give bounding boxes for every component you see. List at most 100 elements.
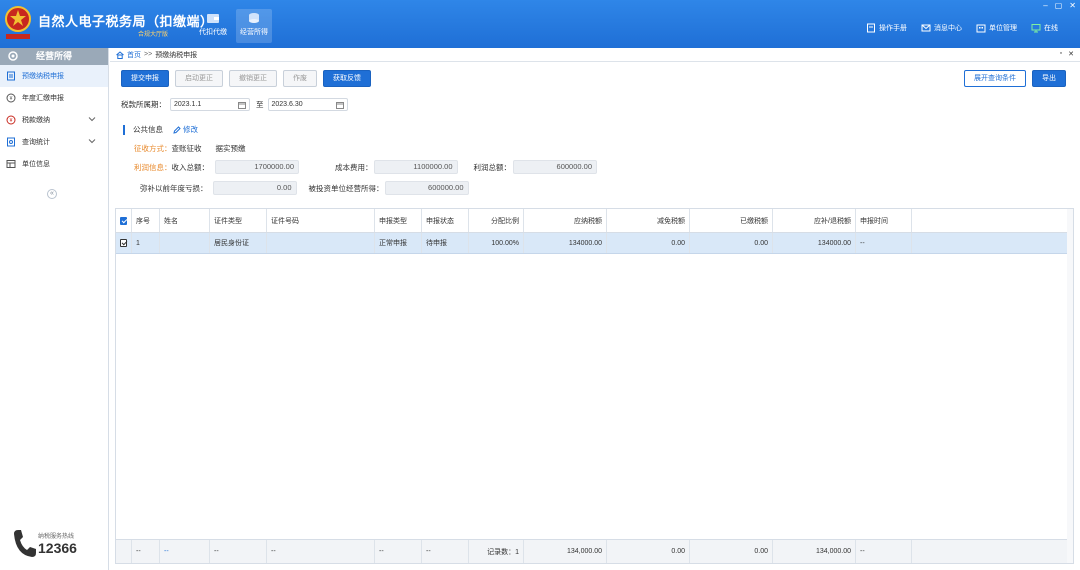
sidebar-title: 经营所得 [35,51,72,61]
unit-management-label: 单位管理 [989,25,1017,32]
invest-field: 600000.00 [384,181,469,195]
sidebar-item-annual-declare[interactable]: ¥ 年度汇缴申报 [0,87,108,109]
calendar-icon [238,102,246,109]
row-id-number [267,233,375,253]
period-from-input[interactable]: 2023.1.1 [170,98,250,111]
breadcrumb-separator: >> [144,51,153,58]
row-tax-due: 134000.00 [773,233,856,253]
nav-withholding-label: 代扣代缴 [199,29,227,36]
method-detail: 据实预缴 [215,144,246,153]
footer-cell: -- [267,540,375,563]
footer-total-payable: 134,000.00 [524,540,607,563]
close-tab-icon[interactable]: ✕ [1068,50,1074,58]
online-status-label: 在线 [1044,25,1058,32]
table-row[interactable]: 1 居民身份证 正常申报 待申报 100.00% 134000.00 0.00 … [116,233,1073,254]
row-id-type: 居民身份证 [210,233,267,253]
row-declare-type: 正常申报 [375,233,422,253]
table-scrollbar[interactable] [1067,209,1073,563]
org-icon [6,160,16,168]
pay-icon: ¥ [6,115,16,125]
minimize-icon[interactable]: – [1043,1,1047,10]
public-info-header: 公共信息 修改 [123,124,198,135]
select-all-cell[interactable] [116,209,132,232]
manual-link[interactable]: 操作手册 [866,23,907,33]
message-icon [921,24,931,32]
building-icon [976,24,986,33]
footer-cell: -- [856,540,912,563]
period-to-input[interactable]: 2023.6.30 [267,98,348,111]
toolbar: 提交申报 启动更正 撤销更正 作废 获取反馈 [121,70,371,87]
table-footer: -- -- -- -- -- -- 记录数：1 134,000.00 0.00 … [116,539,1073,563]
restore-tab-icon[interactable]: ▫ [1060,50,1062,58]
sidebar-item-tax-payment[interactable]: ¥ 税款缴纳 [0,109,108,131]
sidebar: 经营所得 预缴纳税申报 ¥ 年度汇缴申报 ¥ 税款缴纳 查询统计 单位信息 « … [0,48,109,570]
sidebar-collapse-button[interactable]: « [47,189,57,199]
wallet-icon [207,14,219,23]
get-feedback-button[interactable]: 获取反馈 [323,70,371,87]
footer-cell: -- [132,540,160,563]
row-tax-paid: 0.00 [690,233,773,253]
cancel-correction-button[interactable]: 撤销更正 [229,70,277,87]
nav-business-income-label: 经营所得 [240,29,268,36]
footer-total-relief: 0.00 [607,540,690,563]
export-button[interactable]: 导出 [1032,70,1066,87]
row-ratio: 100.00% [469,233,524,253]
submit-declaration-button[interactable]: 提交申报 [121,70,169,87]
start-correction-button[interactable]: 启动更正 [175,70,223,87]
message-center-label: 消息中心 [934,25,962,32]
loss-label: 弥补以前年度亏损： [140,183,208,193]
void-button[interactable]: 作废 [283,70,317,87]
breadcrumb: 首页 >> 预缴纳税申报 ▫ ✕ [110,48,1080,62]
select-all-checkbox[interactable] [120,216,127,225]
col-header: 姓名 [160,209,210,232]
nav-withholding[interactable]: 代扣代缴 [195,9,231,43]
income-label: 收入总额： [171,162,210,172]
edit-label: 修改 [183,125,198,134]
manual-icon [867,23,875,33]
sidebar-item-unit-info[interactable]: 单位信息 [0,153,108,175]
profit-total-label: 利润总额： [473,162,512,172]
nav-business-income[interactable]: 经营所得 [236,9,272,43]
public-info-title: 公共信息 [133,125,163,134]
online-status-link[interactable]: 在线 [1031,23,1058,33]
sidebar-item-query-stats[interactable]: 查询统计 [0,131,108,153]
online-icon [1031,24,1041,33]
profit-total-field: 600000.00 [513,160,597,174]
footer-record-count: 记录数：1 [469,540,524,563]
row-seq: 1 [132,233,160,253]
row-declare-status: 待申报 [422,233,469,253]
row-checkbox[interactable] [120,239,127,247]
footer-cell: -- [375,540,422,563]
income-field: 1700000.00 [215,160,299,174]
footer-cell: -- [422,540,469,563]
unit-management-link[interactable]: 单位管理 [976,23,1017,33]
footer-cell: -- [160,540,210,563]
edit-icon [173,125,181,134]
footer-total-paid: 0.00 [690,540,773,563]
edit-public-info-link[interactable]: 修改 [173,124,198,135]
declare-icon [7,71,15,81]
breadcrumb-home[interactable]: 首页 [127,50,141,60]
message-center-link[interactable]: 消息中心 [921,23,962,33]
row-select-cell[interactable] [116,233,132,253]
breadcrumb-current: 预缴纳税申报 [155,51,198,59]
sidebar-item-label: 预缴纳税申报 [22,73,64,80]
row-tax-relief: 0.00 [607,233,690,253]
manual-link-label: 操作手册 [879,25,907,32]
tax-period: 税款所属期： 2023.1.1 至 2023.6.30 [121,98,354,111]
app-title: 自然人电子税务局（扣缴端） [38,14,214,29]
sidebar-item-prepay-declare[interactable]: 预缴纳税申报 [0,65,108,87]
expand-query-button[interactable]: 展开查询条件 [964,70,1026,87]
close-icon[interactable]: ✕ [1069,1,1076,10]
profit-info-row: 利润信息： 收入总额： 1700000.00 成本费用： 1100000.00 … [134,160,597,174]
maximize-icon[interactable]: ▢ [1055,1,1063,10]
sidebar-item-label: 年度汇缴申报 [22,95,64,102]
footer-cell: -- [210,540,267,563]
hotline-number: 12366 [38,540,77,556]
footer-total-due: 134,000.00 [773,540,856,563]
col-header: 序号 [132,209,160,232]
svg-text:¥: ¥ [10,118,13,124]
table-header: 序号 姓名 证件类型 证件号码 申报类型 申报状态 分配比例 应纳税额 减免税额… [116,209,1073,233]
app-subtitle: 合规大厅版 [138,32,169,38]
footer-cell [116,540,132,563]
